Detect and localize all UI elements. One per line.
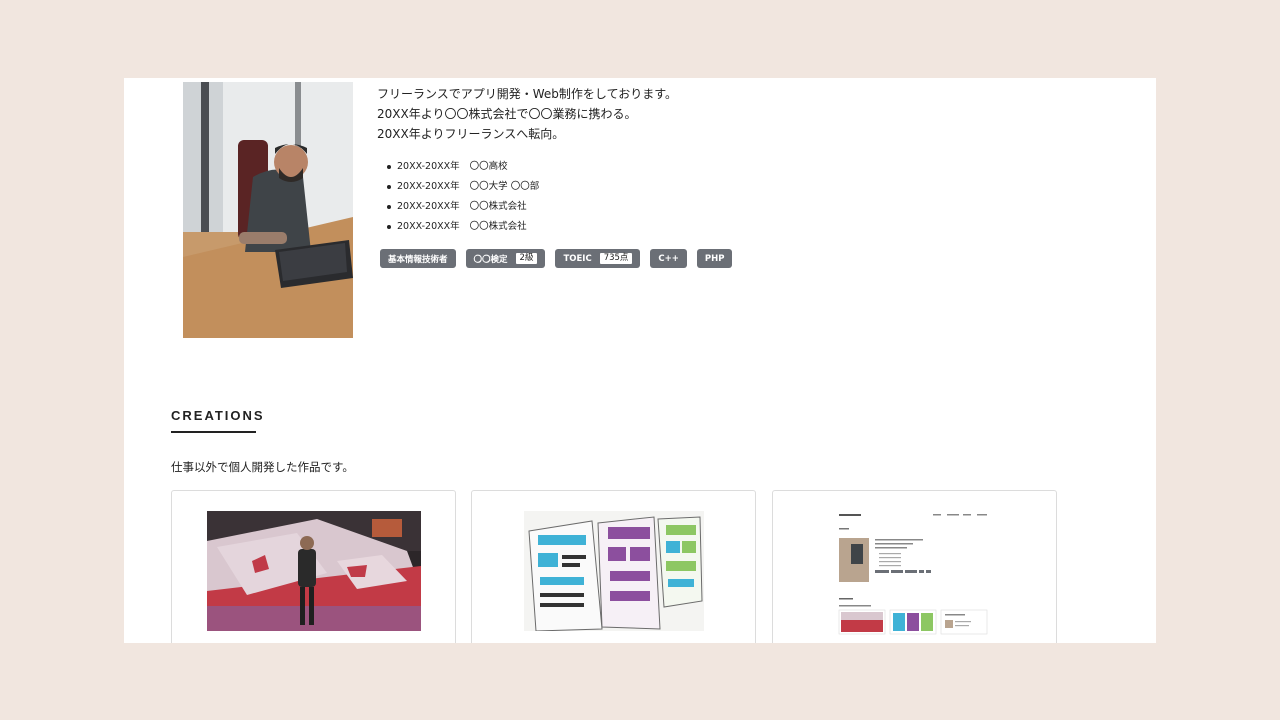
skill-tag-label: PHP (704, 253, 725, 264)
creations-description: 仕事以外で個人開発した作品です。 (171, 460, 354, 474)
section-title-underline (171, 431, 256, 433)
creation-thumbnail (207, 511, 421, 631)
history-list: 20XX-20XX年 〇〇高校 20XX-20XX年 〇〇大学 〇〇部 20XX-2… (386, 157, 540, 237)
history-place: 〇〇株式会社 (469, 201, 527, 212)
profile-photo (183, 82, 353, 338)
skill-tags: 基本情報技術者 〇〇検定 2級 TOEIC 735点 C++ PHP (380, 249, 733, 268)
creation-card-portfolio-site[interactable] (772, 490, 1057, 643)
history-item: 20XX-20XX年 〇〇大学 〇〇部 (386, 177, 540, 197)
history-period: 20XX-20XX年 (397, 221, 460, 232)
skill-tag-label: TOEIC (563, 253, 592, 264)
skill-tag-label: C++ (658, 253, 679, 264)
history-item: 20XX-20XX年 〇〇株式会社 (386, 217, 539, 237)
skill-tag-label: 〇〇検定 (473, 254, 508, 265)
section-title-creations: CREATIONS (171, 408, 265, 423)
bio-line: 20XX年より〇〇株式会社で〇〇業務に携わる。 (377, 107, 637, 121)
history-item: 20XX-20XX年 〇〇高校 (386, 157, 539, 177)
skill-tag: TOEIC 735点 (555, 249, 641, 268)
skill-tag: 基本情報技術者 (380, 249, 456, 268)
history-period: 20XX-20XX年 (397, 161, 460, 172)
bio-line: フリーランスでアプリ開発・Web制作をしております。 (377, 87, 678, 101)
history-item: 20XX-20XX年 〇〇株式会社 (386, 197, 539, 217)
profile-bio: フリーランスでアプリ開発・Web制作をしております。 20XX年より〇〇株式会社… (377, 84, 677, 144)
portfolio-page: フリーランスでアプリ開発・Web制作をしております。 20XX年より〇〇株式会社… (124, 78, 1156, 643)
history-period: 20XX-20XX年 (397, 181, 460, 192)
skill-tag: 〇〇検定 2級 (465, 249, 546, 268)
history-place: 〇〇株式会社 (469, 221, 527, 232)
skill-tag: PHP (696, 249, 733, 268)
creation-thumbnail (524, 511, 704, 631)
bio-line: 20XX年よりフリーランスへ転向。 (377, 127, 565, 141)
creation-thumbnail (793, 506, 1038, 643)
history-place: 〇〇大学 〇〇部 (469, 181, 540, 192)
skill-tag-level: 2級 (515, 253, 538, 264)
skill-tag-level: 735点 (599, 253, 633, 264)
skill-tag-label: 基本情報技術者 (388, 254, 448, 265)
history-place: 〇〇高校 (469, 161, 508, 172)
history-period: 20XX-20XX年 (397, 201, 460, 212)
creation-card-wireframe[interactable] (471, 490, 756, 643)
creation-card-game[interactable] (171, 490, 456, 643)
skill-tag: C++ (650, 249, 687, 268)
